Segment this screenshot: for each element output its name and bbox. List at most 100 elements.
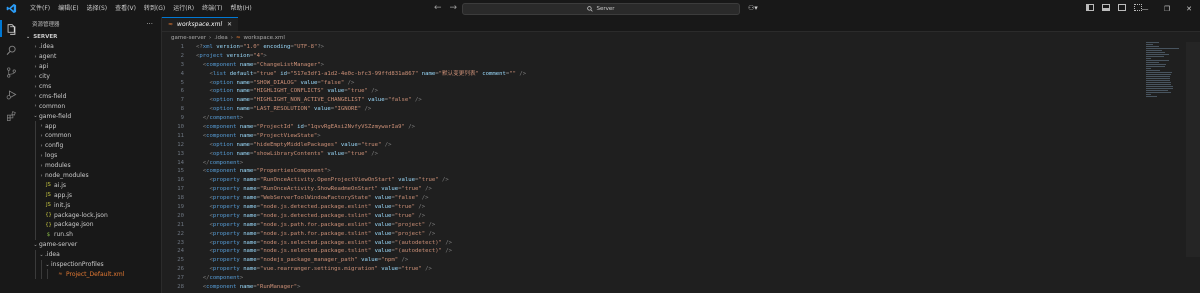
- menu-item[interactable]: 选择(S): [83, 0, 112, 17]
- folder-item[interactable]: ⌄ .idea: [22, 249, 161, 260]
- file-item[interactable]: ≈ Project_Default.xml: [22, 269, 161, 280]
- search-view-icon[interactable]: [5, 44, 17, 56]
- menu-item[interactable]: 帮助(H): [226, 0, 255, 17]
- code-token: name: [236, 97, 250, 104]
- code-token: name: [239, 124, 254, 131]
- minimap-line: [1146, 56, 1165, 57]
- workspace-root[interactable]: ⌄ SERVER: [22, 31, 161, 42]
- xml-file-icon: ≈: [58, 271, 63, 278]
- menu-item[interactable]: 文件(F): [26, 0, 54, 17]
- vertical-scrollbar[interactable]: [1186, 42, 1200, 257]
- menu-item[interactable]: 编辑(E): [54, 0, 82, 17]
- folder-item[interactable]: › .idea: [22, 42, 161, 52]
- code-token: "node.js.path.for.package.tslint": [260, 230, 372, 237]
- code-token: "node.js.path.for.package.eslint": [260, 221, 372, 228]
- indent-guide: [35, 259, 36, 270]
- more-actions-icon[interactable]: ···: [146, 17, 153, 31]
- folder-item[interactable]: › city: [22, 72, 161, 82]
- folder-item[interactable]: › modules: [22, 160, 161, 171]
- folder-item[interactable]: ⌄ game-field: [22, 111, 161, 121]
- toggle-primary-sidebar-icon[interactable]: [1086, 4, 1094, 11]
- menu-bar: 文件(F) 编辑(E) 选择(S) 查看(V) 转到(G) 运行(R) 终端(T) 帮助(H): [26, 0, 256, 17]
- code-editor[interactable]: 1 <?xml version="1.0" encoding="UTF-8"?> 2…: [162, 43, 1200, 292]
- minimap-line: [1146, 86, 1173, 87]
- close-icon[interactable]: ✕: [1178, 0, 1200, 17]
- code-line: 14 </component>: [162, 159, 1200, 168]
- tree-item-label: app: [45, 122, 57, 130]
- minimap-line: [1146, 78, 1170, 79]
- chevron-right-icon: ›: [34, 103, 37, 110]
- chevron-right-icon: ›: [34, 43, 37, 50]
- file-item[interactable]: JS init.js: [22, 200, 161, 211]
- code-token: value: [374, 204, 392, 211]
- copilot-icon[interactable]: ⚇▾: [748, 4, 758, 12]
- file-item[interactable]: JS ai.js: [22, 180, 161, 191]
- tab-close-icon[interactable]: ✕: [227, 21, 232, 28]
- folder-item[interactable]: › api: [22, 62, 161, 72]
- minimize-icon[interactable]: —: [1134, 0, 1156, 17]
- folder-item[interactable]: › config: [22, 140, 161, 151]
- breadcrumb-item[interactable]: .idea: [214, 35, 228, 41]
- menu-item[interactable]: 查看(V): [111, 0, 140, 17]
- folder-item[interactable]: › cms: [22, 82, 161, 92]
- code-token: >: [239, 275, 244, 282]
- breadcrumb-separator-icon: ›: [209, 34, 212, 41]
- restore-icon[interactable]: ❐: [1156, 0, 1178, 17]
- tree-item-label: common: [45, 132, 72, 140]
- forward-arrow-icon[interactable]: →: [450, 3, 458, 13]
- breadcrumb-item[interactable]: workspace.xml: [244, 35, 285, 41]
- menu-item[interactable]: 运行(R): [169, 0, 198, 17]
- tree-item-label: cms: [39, 83, 52, 90]
- breadcrumb-item[interactable]: game-server: [171, 35, 206, 41]
- toggle-panel-icon[interactable]: [1102, 4, 1110, 11]
- file-item[interactable]: {} package-lock.json: [22, 210, 161, 221]
- folder-item[interactable]: › agent: [22, 52, 161, 62]
- run-and-debug-icon[interactable]: [5, 88, 17, 100]
- code-line: 12 <option name="hideEmptyMiddlePackages…: [162, 141, 1200, 150]
- folder-item[interactable]: › app: [22, 121, 161, 132]
- code-line: 11 <component name="ProjectViewState">: [162, 132, 1200, 141]
- minimap[interactable]: [1146, 42, 1186, 104]
- code-token: name: [236, 141, 250, 148]
- title-bar: 文件(F) 编辑(E) 选择(S) 查看(V) 转到(G) 运行(R) 终端(T) 帮助(H)…: [0, 0, 1200, 18]
- file-item[interactable]: JS app.js: [22, 190, 161, 201]
- folder-item[interactable]: › node_modules: [22, 170, 161, 181]
- back-arrow-icon[interactable]: ←: [434, 3, 442, 13]
- folder-item[interactable]: › cms-field: [22, 91, 161, 101]
- code-token: />: [428, 230, 436, 237]
- explorer-icon[interactable]: [5, 23, 17, 35]
- code-token: option: [212, 79, 234, 86]
- tab-workspace-xml[interactable]: ≈ workspace.xml ✕: [162, 17, 238, 31]
- code-token: name: [239, 61, 254, 68]
- folder-item[interactable]: ⌄ game-server: [22, 240, 161, 250]
- chevron-right-icon: ›: [34, 73, 37, 80]
- source-control-icon[interactable]: [5, 66, 17, 78]
- minimap-line: [1146, 76, 1171, 77]
- code-token: value: [313, 106, 331, 113]
- folder-item[interactable]: ⌄ inspectionProfiles: [22, 259, 161, 270]
- code-token: />: [371, 88, 378, 95]
- vscode-logo-icon: [4, 2, 18, 16]
- code-line: 10 <component name="ProjectId" id="1qvvR…: [162, 123, 1200, 132]
- code-token: option: [212, 97, 234, 104]
- file-item[interactable]: {} package.json: [22, 220, 161, 230]
- toggle-secondary-sidebar-icon[interactable]: [1118, 4, 1126, 11]
- code-token: "PropertiesComponent": [256, 168, 328, 175]
- tree-item-label: api: [39, 63, 49, 71]
- code-token: />: [425, 186, 432, 193]
- minimap-line: [1146, 90, 1169, 91]
- menu-item[interactable]: 终端(T): [198, 0, 226, 17]
- tree-item-label: .idea: [39, 43, 54, 51]
- line-number: 26: [177, 266, 184, 273]
- folder-item[interactable]: › common: [22, 101, 161, 111]
- tree-item-label: app.js: [54, 191, 72, 199]
- file-item[interactable]: $ run.sh: [22, 229, 161, 240]
- menu-item[interactable]: 转到(G): [140, 0, 169, 17]
- folder-item[interactable]: › logs: [22, 150, 161, 161]
- folder-item[interactable]: › common: [22, 131, 161, 141]
- command-center-search[interactable]: Server: [462, 3, 740, 15]
- extensions-icon[interactable]: [5, 110, 17, 122]
